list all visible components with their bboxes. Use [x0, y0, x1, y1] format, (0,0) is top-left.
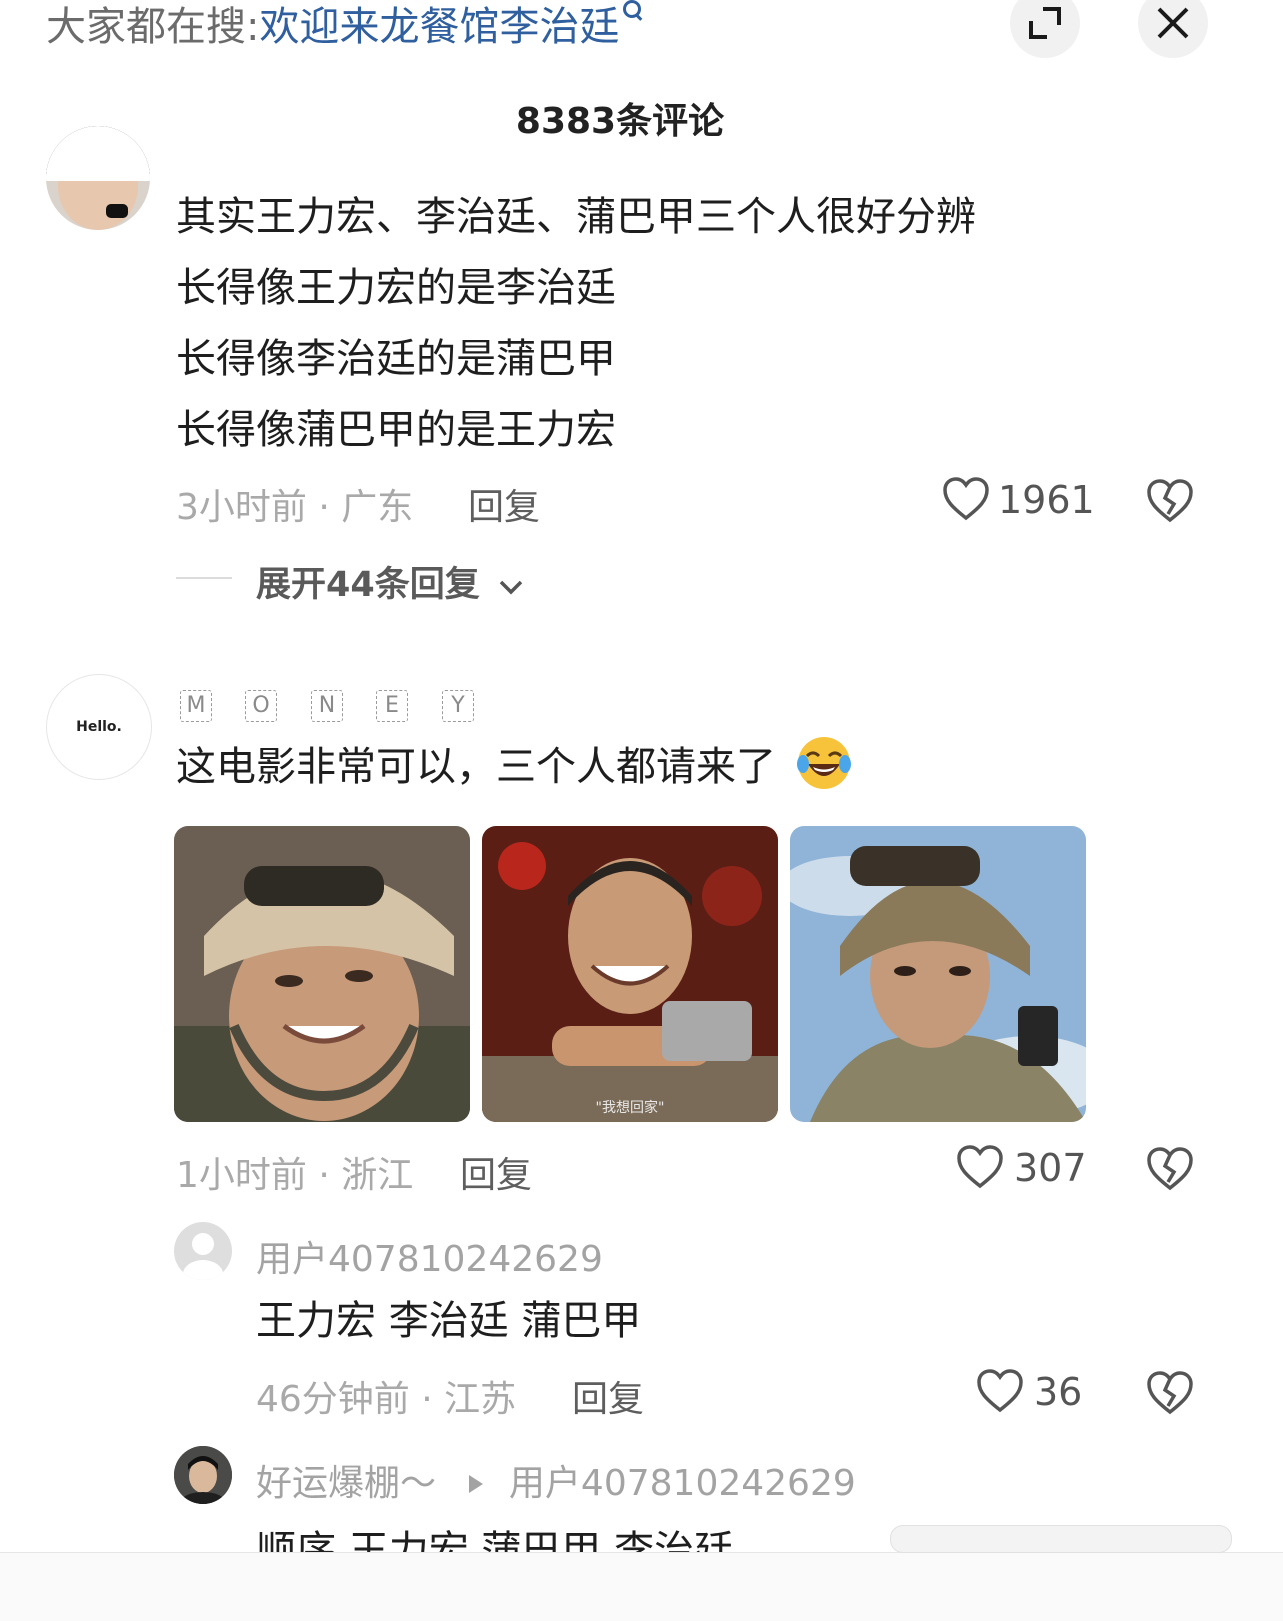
man-eating-photo: "我想回家" — [482, 826, 778, 1122]
trending-search-bar[interactable]: 大家都在搜:欢迎来龙餐馆李治廷 — [46, 0, 642, 54]
reply-button[interactable]: 回复 — [460, 1146, 532, 1198]
reply-text-clip: 顺序 王力宏 蒲巴甲 李治廷 — [256, 1506, 734, 1552]
reply-username[interactable]: 用户407810242629 — [256, 1230, 603, 1282]
avatar-image — [46, 126, 150, 230]
avatar[interactable] — [174, 1446, 232, 1504]
comment-text-line: 长得像蒲巴甲的是王力宏 — [176, 407, 616, 453]
reply-target-username[interactable]: 用户407810242629 — [509, 1463, 856, 1504]
avatar[interactable]: Hello. — [46, 674, 152, 780]
dislike-button[interactable] — [1146, 1146, 1194, 1196]
broken-heart-icon — [1147, 1371, 1193, 1415]
close-button[interactable] — [1138, 0, 1208, 58]
expand-replies-divider — [176, 577, 232, 579]
comment-text: 这电影非常可以，三个人都请来了 — [176, 732, 853, 802]
broken-heart-icon — [1147, 1147, 1193, 1191]
like-count: 36 — [1034, 1370, 1083, 1414]
default-user-icon — [183, 1233, 223, 1280]
broken-heart-icon — [1147, 479, 1193, 523]
avatar[interactable] — [46, 126, 150, 230]
comment-image[interactable] — [174, 826, 470, 1122]
like-button[interactable] — [976, 1368, 1024, 1418]
username-badge-letter[interactable]: N — [311, 690, 343, 722]
heart-icon — [957, 1145, 1003, 1189]
avatar-text: Hello. — [76, 719, 122, 735]
image-caption: "我想回家" — [596, 1099, 665, 1116]
username-badge-letter[interactable]: M — [180, 690, 212, 722]
reply-username[interactable]: 好运爆棚～ — [256, 1463, 436, 1504]
comment-meta: 1小时前 · 浙江 — [176, 1155, 414, 1196]
trending-search-term[interactable]: 欢迎来龙餐馆李治廷 — [259, 4, 619, 50]
reply-meta: 46分钟前 · 江苏 — [256, 1379, 517, 1420]
avatar-image — [174, 1446, 232, 1504]
like-button[interactable] — [956, 1144, 1004, 1194]
comment-image[interactable] — [790, 826, 1086, 1122]
comment-meta: 3小时前 · 广东 — [176, 487, 414, 528]
reply-arrow-icon — [469, 1475, 484, 1493]
trending-search-prefix: 大家都在搜: — [46, 4, 260, 50]
comment-text-line: 长得像李治廷的是蒲巴甲 — [176, 336, 616, 382]
comment-count-title: 8383条评论 — [515, 101, 725, 142]
expand-button[interactable] — [1010, 0, 1080, 58]
laughing-crying-emoji-icon — [796, 737, 851, 789]
dislike-button[interactable] — [1146, 1370, 1194, 1420]
close-icon — [1157, 7, 1189, 39]
bottom-input-bar[interactable] — [0, 1552, 1283, 1621]
expand-icon — [1029, 7, 1061, 39]
comment-text-content: 这电影非常可以，三个人都请来了 — [176, 744, 776, 790]
expand-replies-button[interactable]: 展开44条回复 — [256, 556, 524, 607]
dislike-button[interactable] — [1146, 478, 1194, 528]
reply-text: 顺序 王力宏 蒲巴甲 李治廷 — [256, 1528, 735, 1552]
like-count: 307 — [1014, 1146, 1087, 1190]
username-badge-letter[interactable]: Y — [442, 690, 474, 722]
scroll-indicator — [890, 1525, 1232, 1553]
reply-button[interactable]: 回复 — [572, 1370, 644, 1422]
chevron-down-icon — [499, 580, 523, 595]
username-badge-letter[interactable]: E — [376, 690, 408, 722]
reply-username-row: 好运爆棚～ 用户407810242629 — [256, 1454, 856, 1506]
soldier-photo-2 — [790, 826, 1086, 1122]
avatar[interactable] — [174, 1222, 232, 1280]
soldier-photo-1 — [174, 826, 470, 1122]
heart-icon — [943, 477, 989, 521]
reply-text: 王力宏 李治廷 蒲巴甲 — [256, 1298, 642, 1344]
reply-button[interactable]: 回复 — [468, 478, 540, 530]
search-icon — [623, 0, 642, 18]
like-count: 1961 — [998, 478, 1095, 522]
expand-replies-label: 展开44条回复 — [256, 565, 480, 605]
username-badge-letter[interactable]: O — [245, 690, 277, 722]
comment-image[interactable]: "我想回家" — [482, 826, 778, 1122]
comment-text-line: 长得像王力宏的是李治廷 — [176, 265, 616, 311]
like-button[interactable] — [942, 476, 990, 526]
heart-icon — [977, 1369, 1023, 1413]
comment-text-line: 其实王力宏、李治廷、蒲巴甲三个人很好分辨 — [176, 194, 976, 240]
